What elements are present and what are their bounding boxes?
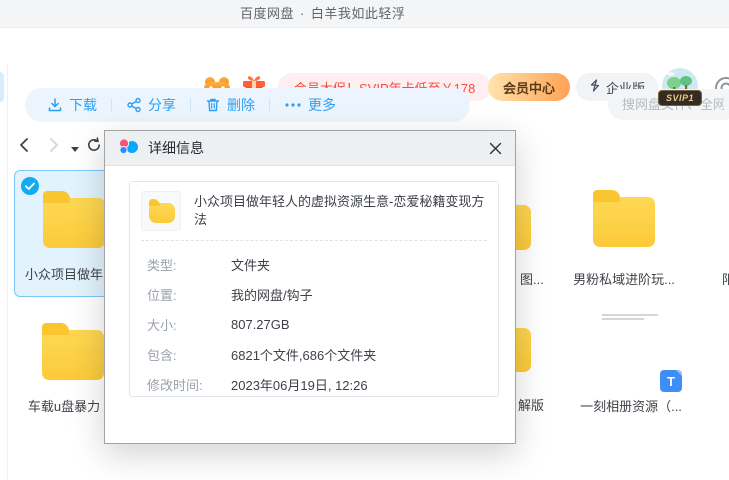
preview-text-line: [602, 314, 658, 316]
detail-value: 6821个文件,686个文件夹: [231, 345, 376, 364]
detail-row-type: 类型: 文件夹: [147, 249, 498, 279]
forward-button[interactable]: [46, 136, 62, 159]
title-separator: ·: [300, 6, 305, 21]
dialog-title: 详细信息: [148, 138, 204, 158]
detail-label: 类型:: [147, 255, 231, 274]
file-tile[interactable]: 男粉私域进阶玩...: [568, 172, 680, 292]
sidebar-selected-sliver: [0, 72, 4, 102]
detail-value: 807.27GB: [231, 317, 290, 332]
svip-badge-text: SVIP1: [666, 93, 694, 103]
file-type-thumbnail: [141, 191, 181, 231]
header-bar: 会员大促！SVIP年卡低至￥178 会员中心 企业版 SVIP1: [0, 28, 729, 85]
more-dots-icon: [284, 97, 302, 113]
detail-row-size: 大小: 807.27GB: [147, 309, 498, 339]
details-dialog: 详细信息 小众项目做年轻人的虚拟资源生意-恋爱秘籍变现方法 类型: 文件夹 位置…: [104, 130, 516, 444]
folder-icon: [593, 197, 655, 247]
share-icon: [126, 97, 142, 113]
enterprise-icon: [589, 79, 601, 95]
folder-icon-clipped[interactable]: [516, 205, 531, 250]
preview-text-line: [602, 318, 644, 320]
file-name: 男粉私域进阶玩...: [568, 269, 680, 288]
refresh-button[interactable]: [86, 137, 102, 158]
download-icon: [47, 97, 63, 113]
baidu-netdisk-window: { "title_bar": { "app_name": "百度网盘", "se…: [0, 0, 729, 480]
detail-file-name: 小众项目做年轻人的虚拟资源生意-恋爱秘籍变现方法: [194, 193, 487, 229]
detail-value: 2023年06月19日, 12:26: [231, 375, 368, 394]
file-name: 一刻相册资源（...: [572, 396, 690, 415]
file-info-panel: 小众项目做年轻人的虚拟资源生意-恋爱秘籍变现方法 类型: 文件夹 位置: 我的网…: [129, 181, 499, 397]
detail-value: 我的网盘/钩子: [231, 285, 313, 304]
vip-center-label: 会员中心: [503, 78, 555, 97]
file-name-edge: 阳: [722, 269, 729, 288]
svip-level-badge: SVIP1: [658, 90, 702, 106]
vip-center-button[interactable]: 会员中心: [488, 73, 570, 101]
delete-button[interactable]: 删除: [191, 88, 269, 122]
more-label: 更多: [308, 95, 336, 115]
file-name: 解版: [518, 395, 544, 414]
text-file-badge: T: [660, 370, 682, 392]
dialog-header[interactable]: 详细信息: [105, 131, 515, 166]
document-title: 白羊我如此轻浮: [311, 6, 406, 21]
back-button[interactable]: [16, 136, 32, 159]
folder-icon: [42, 330, 104, 380]
detail-value: 文件夹: [231, 255, 270, 274]
file-name: 小众项目做年: [15, 264, 113, 283]
folder-icon-clipped[interactable]: [516, 328, 531, 372]
file-tile-selected[interactable]: 小众项目做年: [14, 170, 114, 297]
detail-label: 包含:: [147, 345, 231, 364]
folder-icon: [149, 203, 175, 223]
file-tile-album[interactable]: T 一刻相册资源（...: [572, 310, 690, 420]
share-button[interactable]: 分享: [112, 88, 190, 122]
detail-row-modified: 修改时间: 2023年06月19日, 12:26: [147, 369, 498, 399]
detail-label: 位置:: [147, 285, 231, 304]
close-icon[interactable]: [489, 142, 502, 155]
delete-label: 删除: [227, 95, 255, 115]
sidebar-divider: [7, 64, 8, 480]
title-bar: 百度网盘 · 白羊我如此轻浮: [0, 0, 729, 28]
detail-row-contains: 包含: 6821个文件,686个文件夹: [147, 339, 498, 369]
file-action-toolbar: 下载 分享 删除 更多: [25, 88, 470, 122]
file-name: 车载u盘暴力: [14, 396, 114, 415]
detail-rows: 类型: 文件夹 位置: 我的网盘/钩子 大小: 807.27GB 包含: 682…: [130, 241, 498, 399]
window-title: 百度网盘 · 白羊我如此轻浮: [240, 0, 411, 28]
detail-label: 修改时间:: [147, 375, 231, 394]
badge-letter: T: [667, 374, 675, 389]
file-name: 图...: [520, 269, 544, 288]
download-label: 下载: [69, 95, 97, 115]
detail-label: 大小:: [147, 315, 231, 334]
folder-icon: [43, 198, 105, 248]
history-dropdown-caret[interactable]: [71, 147, 79, 152]
more-button[interactable]: 更多: [270, 88, 350, 122]
file-tile[interactable]: 车载u盘暴力: [14, 310, 114, 420]
share-label: 分享: [148, 95, 176, 115]
trash-icon: [205, 97, 221, 113]
selected-check-icon[interactable]: [21, 177, 39, 195]
download-button[interactable]: 下载: [33, 88, 111, 122]
file-summary-row: 小众项目做年轻人的虚拟资源生意-恋爱秘籍变现方法: [130, 182, 498, 240]
netdisk-logo-icon: [118, 137, 139, 160]
detail-row-location: 位置: 我的网盘/钩子: [147, 279, 498, 309]
app-name: 百度网盘: [240, 6, 294, 21]
